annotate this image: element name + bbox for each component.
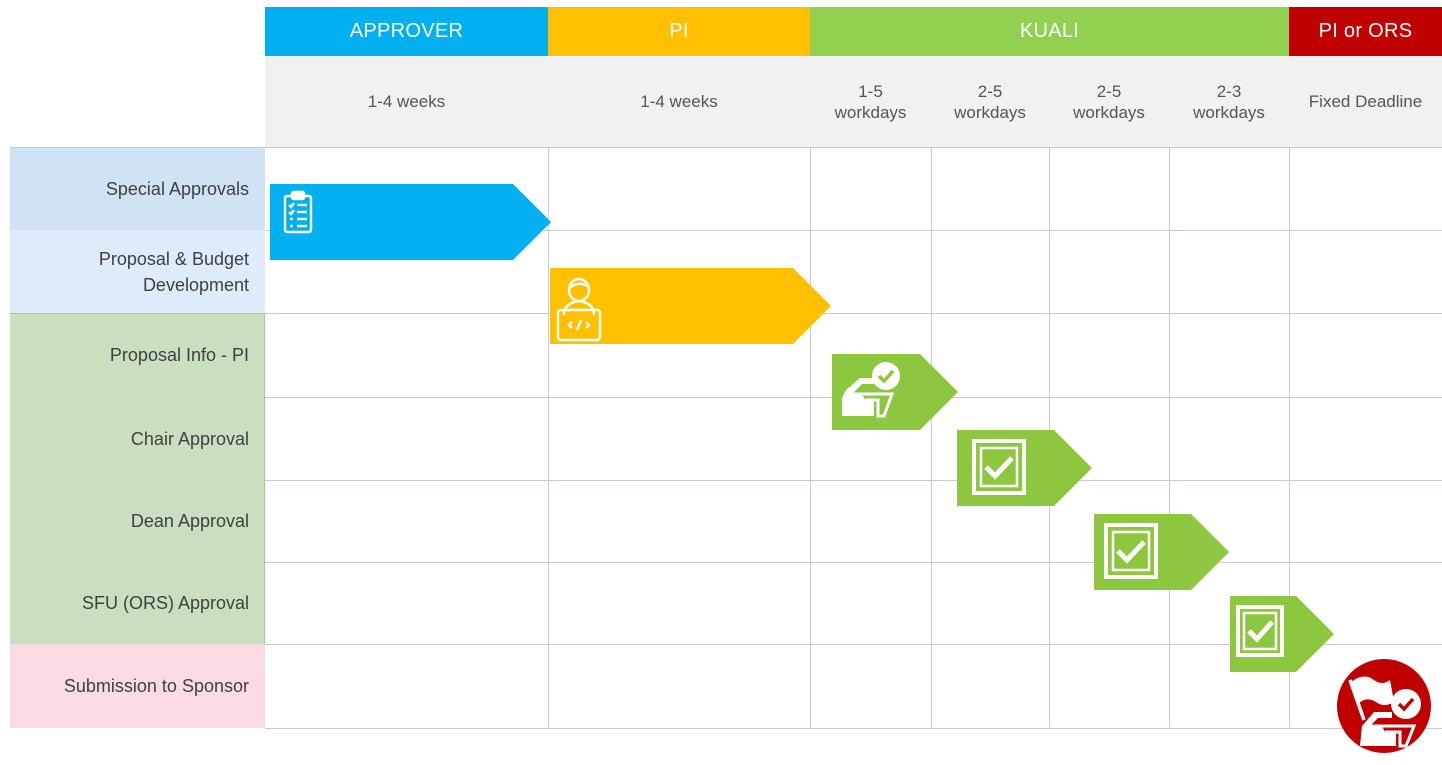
grid-hline: [265, 147, 1442, 148]
row-label-special-approvals: Special Approvals: [10, 148, 265, 230]
row-label-submission: Submission to Sponsor: [10, 644, 265, 728]
duration-sfu: 2-3 workdays: [1193, 81, 1265, 122]
label-border-approver: [10, 147, 265, 148]
step-arrow-proposal-budget: [550, 268, 831, 344]
grid-vline: [931, 147, 932, 729]
step-arrow-dean-approval: [1094, 514, 1229, 590]
grid-hline: [265, 728, 1442, 729]
row-label-chair-approval: Chair Approval: [130, 428, 249, 449]
duration-pi: 1-4 weeks: [640, 92, 718, 111]
step-arrow-special-approvals: [270, 184, 551, 260]
phase-header-approver: APPROVER: [265, 7, 548, 56]
phase-header-pi: PI: [548, 7, 810, 56]
phase-header-pi-or-ors: PI or ORS: [1289, 7, 1442, 56]
label-border-kuali-top: [10, 313, 265, 314]
row-label-sfu-approval: SFU (ORS) Approval: [81, 593, 249, 613]
duration-chair: 2-5 workdays: [954, 81, 1026, 122]
duration-approver: 1-4 weeks: [367, 92, 446, 111]
grid-vline: [1169, 147, 1170, 729]
duration-submission: Fixed Deadline: [1308, 92, 1423, 111]
step-arrow-sfu-approval: [1230, 596, 1334, 672]
row-label-dean-approval: Dean Approval: [130, 511, 249, 531]
grid-hline: [265, 562, 1442, 563]
label-border-kuali-right: [264, 313, 265, 644]
step-arrow-proposal-info: [832, 354, 958, 430]
duration-proposal-info: 1-5 workdays: [834, 81, 907, 122]
grid-hline: [265, 313, 1442, 314]
row-label-proposal-budget: Proposal & Budget Development: [10, 230, 265, 313]
duration-dean: 2-5 workdays: [1073, 81, 1145, 122]
phase-header-kuali: KUALI: [810, 7, 1289, 56]
step-submission-badge: [1337, 659, 1431, 753]
grid-hline: [265, 480, 1442, 481]
row-label-proposal-info: Proposal Info - PI: [109, 345, 249, 365]
grid-vline: [810, 147, 811, 729]
step-arrow-chair-approval: [957, 430, 1092, 506]
